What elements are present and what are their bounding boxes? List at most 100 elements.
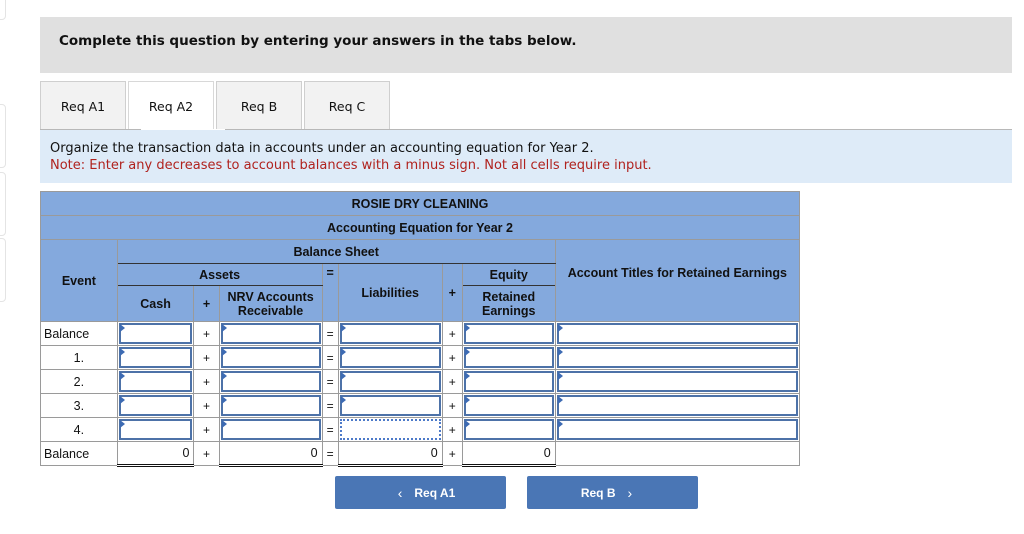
dropdown-flag-icon xyxy=(464,348,470,356)
retained-earnings-header: Retained Earnings xyxy=(461,285,556,322)
dropdown-flag-icon xyxy=(557,372,563,380)
instruction-bar: Complete this question by entering your … xyxy=(40,17,1012,73)
nrv-header: NRV Accounts Receivable xyxy=(218,285,323,322)
account-title-select[interactable] xyxy=(554,417,801,442)
equity-header: Equity xyxy=(461,263,556,286)
liabilities-input[interactable] xyxy=(337,393,443,418)
cash-input[interactable] xyxy=(116,417,195,442)
plus-sign: + xyxy=(193,441,220,466)
nrv-input[interactable] xyxy=(218,321,323,346)
cash-input[interactable] xyxy=(116,393,195,418)
dropdown-flag-icon xyxy=(119,372,125,380)
liabilities-input[interactable] xyxy=(337,321,443,346)
cash-input[interactable] xyxy=(116,321,195,346)
left-frame-edge xyxy=(0,104,6,168)
left-frame-edge xyxy=(0,238,6,302)
instructions-note: Note: Enter any decreases to account bal… xyxy=(50,158,652,173)
dropdown-flag-icon xyxy=(557,324,563,332)
dropdown-flag-icon xyxy=(119,324,125,332)
prev-req-a1-button[interactable]: ‹ Req A1 xyxy=(335,476,506,509)
nrv-input[interactable] xyxy=(218,345,323,370)
cash-header: Cash xyxy=(116,285,195,322)
cash-input[interactable] xyxy=(116,369,195,394)
equals-sign: = xyxy=(321,393,339,418)
left-frame-edge xyxy=(0,0,6,20)
account-titles-header: Account Titles for Retained Earnings xyxy=(554,239,801,322)
plus-sign: + xyxy=(441,345,463,370)
plus-sign: + xyxy=(193,345,220,370)
nrv-input[interactable] xyxy=(218,369,323,394)
equals-sign: = xyxy=(321,345,339,370)
next-req-b-button[interactable]: Req B › xyxy=(527,476,698,509)
plus-sign: + xyxy=(441,417,463,442)
liabilities-input-focused[interactable] xyxy=(337,417,443,442)
nrv-total: 0 xyxy=(218,441,323,467)
account-title-select[interactable] xyxy=(554,345,801,370)
nrv-input[interactable] xyxy=(218,393,323,418)
liabilities-input[interactable] xyxy=(337,345,443,370)
tab-req-b[interactable]: Req B xyxy=(216,81,302,130)
plus-header: + xyxy=(193,285,220,322)
retained-earnings-input[interactable] xyxy=(461,369,556,394)
account-title-select[interactable] xyxy=(554,369,801,394)
cash-total: 0 xyxy=(116,441,195,467)
plus-sign: + xyxy=(193,321,220,346)
instructions-box: Organize the transaction data in account… xyxy=(40,130,1012,183)
retained-earnings-input[interactable] xyxy=(461,417,556,442)
dropdown-flag-icon xyxy=(221,348,227,356)
event-label: 2. xyxy=(40,369,118,394)
dropdown-flag-icon xyxy=(119,420,125,428)
total-row: Balance 0 + 0 = 0 + 0 xyxy=(40,441,801,467)
company-name: ROSIE DRY CLEANING xyxy=(40,191,800,216)
nrv-input[interactable] xyxy=(218,417,323,442)
event-label: 4. xyxy=(40,417,118,442)
plus-header: + xyxy=(441,263,463,322)
event-label: Balance xyxy=(40,321,118,346)
table-subtitle: Accounting Equation for Year 2 xyxy=(40,215,800,240)
dropdown-flag-icon xyxy=(464,420,470,428)
empty-cell xyxy=(554,441,801,466)
dropdown-flag-icon xyxy=(221,420,227,428)
retained-earnings-total: 0 xyxy=(461,441,556,467)
left-frame-edge xyxy=(0,172,6,236)
dropdown-flag-icon xyxy=(119,348,125,356)
plus-sign: + xyxy=(441,441,463,466)
plus-sign: + xyxy=(193,393,220,418)
event-header: Event xyxy=(40,239,118,322)
cash-input[interactable] xyxy=(116,345,195,370)
dropdown-flag-icon xyxy=(557,420,563,428)
table-row: 4. + = + xyxy=(40,417,801,442)
chevron-left-icon: ‹ xyxy=(397,484,403,501)
account-title-select[interactable] xyxy=(554,393,801,418)
dropdown-flag-icon xyxy=(221,372,227,380)
dropdown-flag-icon xyxy=(221,324,227,332)
retained-earnings-input[interactable] xyxy=(461,393,556,418)
plus-sign: + xyxy=(441,393,463,418)
dropdown-flag-icon xyxy=(557,396,563,404)
account-title-select[interactable] xyxy=(554,321,801,346)
liabilities-header: Liabilities xyxy=(337,263,443,322)
assets-header: Assets xyxy=(116,263,323,286)
next-button-label: Req B xyxy=(580,485,616,500)
dropdown-flag-icon xyxy=(119,396,125,404)
equals-sign: = xyxy=(321,321,339,346)
accounting-equation-table: ROSIE DRY CLEANING Accounting Equation f… xyxy=(40,191,801,467)
tab-req-a2[interactable]: Req A2 xyxy=(128,81,214,131)
plus-sign: + xyxy=(441,321,463,346)
dropdown-flag-icon xyxy=(340,372,346,380)
retained-earnings-input[interactable] xyxy=(461,345,556,370)
dropdown-flag-icon xyxy=(221,396,227,404)
table-row: 2. + = + xyxy=(40,369,801,394)
dropdown-flag-icon xyxy=(464,372,470,380)
equals-sign: = xyxy=(321,441,339,466)
tab-req-c[interactable]: Req C xyxy=(304,81,390,130)
event-label: Balance xyxy=(40,441,118,466)
dropdown-flag-icon xyxy=(340,348,346,356)
retained-earnings-input[interactable] xyxy=(461,321,556,346)
liabilities-input[interactable] xyxy=(337,369,443,394)
event-label: 3. xyxy=(40,393,118,418)
equals-sign: = xyxy=(321,417,339,442)
tab-req-a1[interactable]: Req A1 xyxy=(40,81,126,130)
table-row: Balance + = + xyxy=(40,321,801,346)
requirement-tabs: Req A1 Req A2 Req B Req C xyxy=(40,81,392,131)
